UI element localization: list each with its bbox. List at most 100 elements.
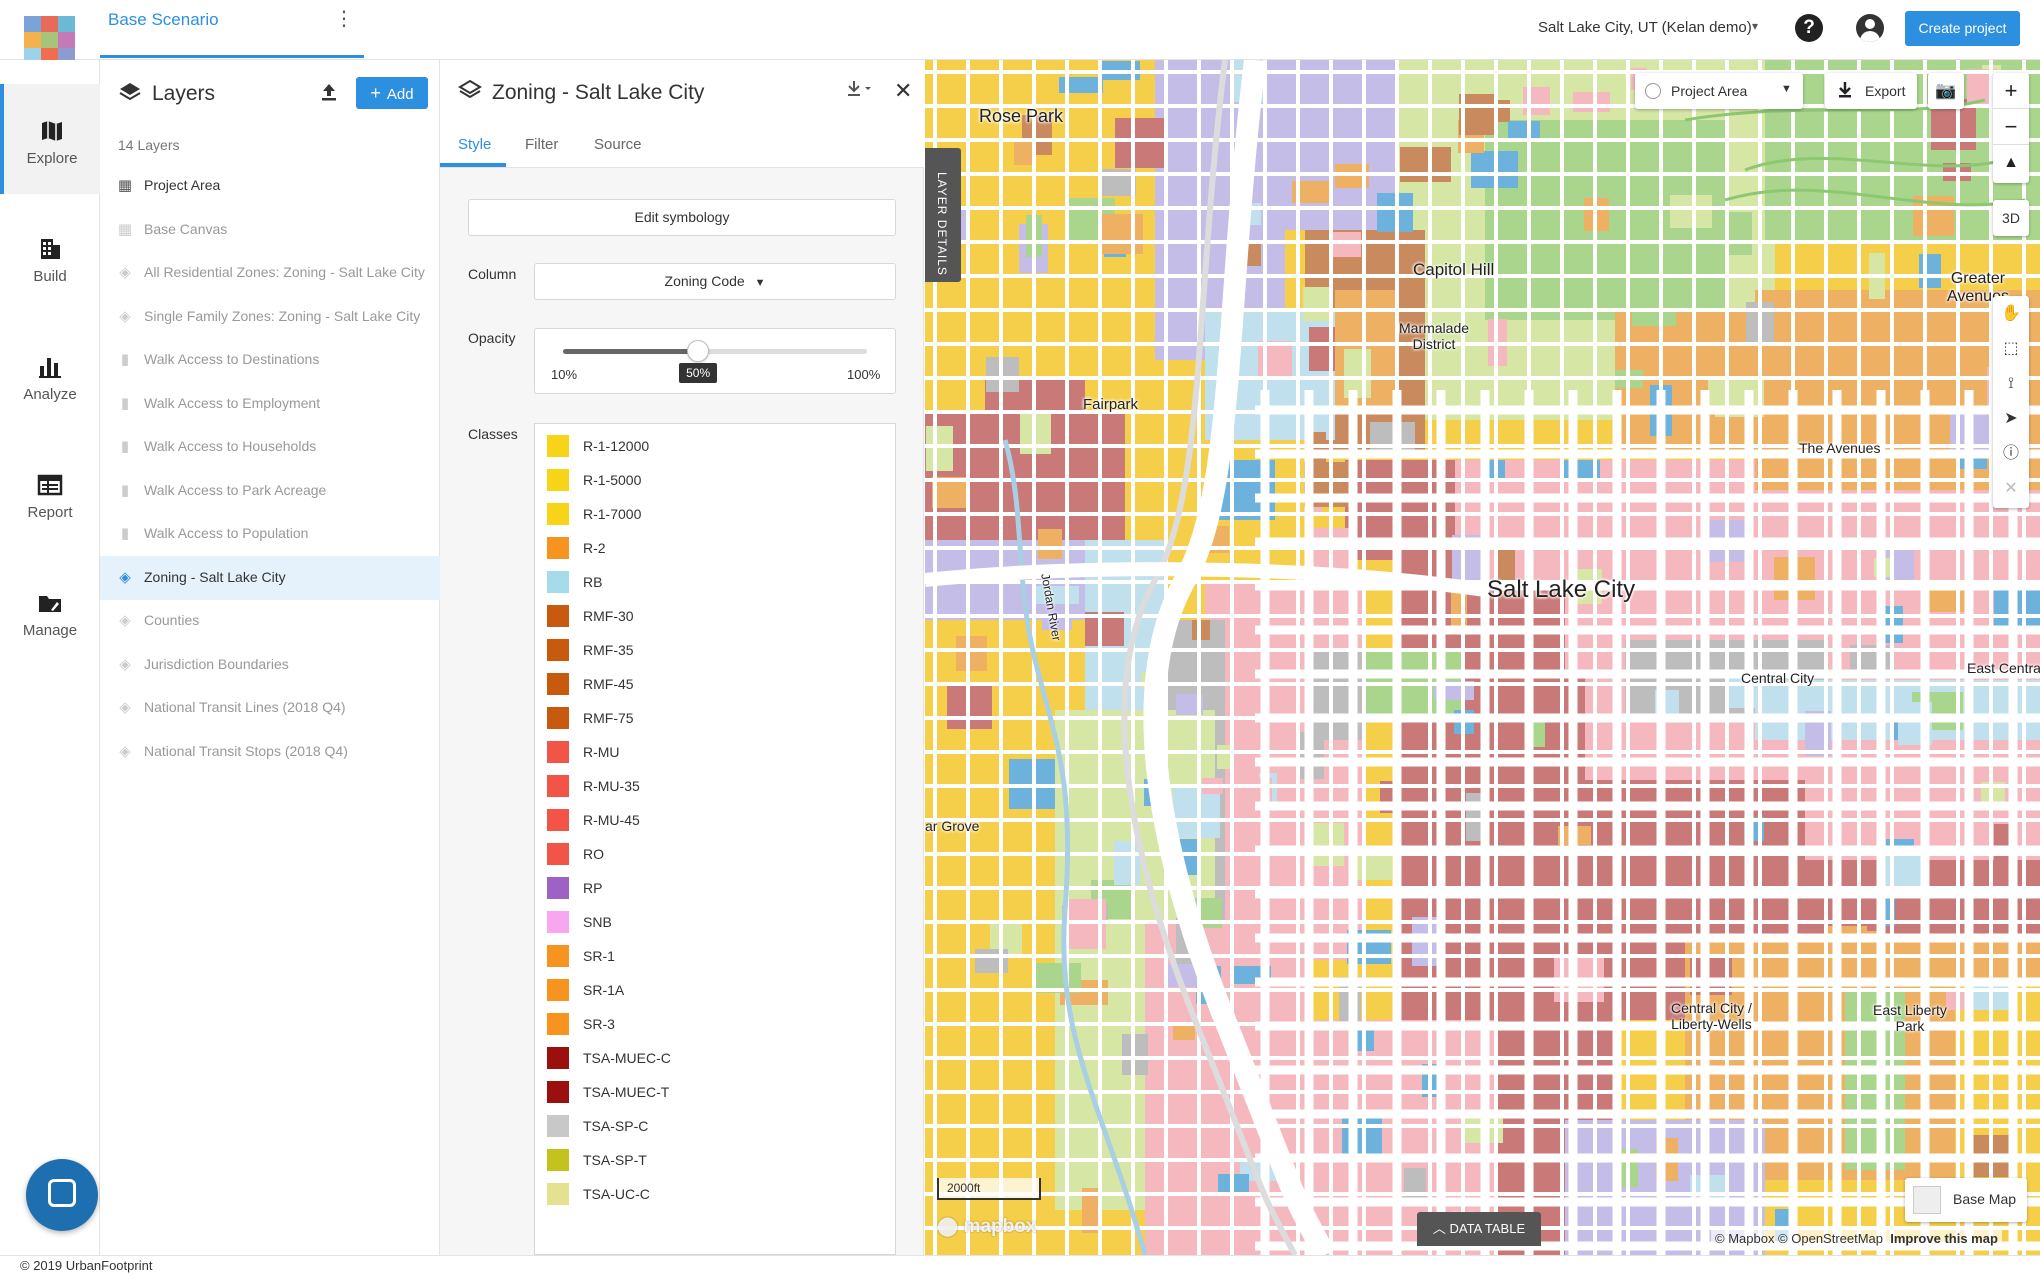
caret-down-icon[interactable]: ▼	[1781, 83, 1792, 95]
attribution-text[interactable]: © Mapbox © OpenStreetMap	[1715, 1231, 1883, 1246]
layer-name: All Residential Zones: Zoning - Salt Lak…	[144, 264, 425, 280]
nav-label: Analyze	[23, 386, 77, 403]
layers-icon	[458, 78, 482, 109]
help-icon[interactable]: ?	[1795, 14, 1823, 42]
layer-item[interactable]: ▮ Walk Access to Destinations	[100, 338, 440, 382]
layer-item[interactable]: ▮ Walk Access to Households	[100, 425, 440, 469]
layer-item[interactable]: ◈ All Residential Zones: Zoning - Salt La…	[100, 251, 440, 295]
nav-explore[interactable]: Explore	[0, 84, 100, 194]
data-table-button[interactable]: ︿ DATA TABLE	[1417, 1212, 1541, 1246]
pointer-icon[interactable]: ➤	[1993, 401, 2029, 436]
close-icon[interactable]: ✕	[894, 78, 912, 104]
map-canvas[interactable]: Rose Park Capitol Hill Marmalade District G…	[925, 60, 2040, 1255]
improve-map-link[interactable]: Improve this map	[1890, 1231, 1998, 1246]
caret-down-icon[interactable]: ▾	[1752, 19, 1758, 33]
zoning-parcel[interactable]	[1333, 232, 1361, 257]
class-name: RMF-75	[583, 710, 634, 726]
zoning-parcel[interactable]	[1632, 285, 1676, 326]
opacity-slider-handle[interactable]	[687, 340, 710, 362]
layer-item[interactable]: ◈ National Transit Lines (2018 Q4)	[100, 686, 440, 730]
zoning-parcel[interactable]	[956, 636, 987, 671]
more-vertical-icon[interactable]: ⋮	[334, 6, 354, 31]
opacity-label: Opacity	[468, 330, 516, 346]
class-swatch	[547, 605, 569, 627]
zoning-parcel[interactable]	[1573, 92, 1610, 112]
upload-icon[interactable]	[320, 82, 338, 108]
layer-item[interactable]: ◈ Jurisdiction Boundaries	[100, 643, 440, 687]
compass-icon[interactable]: ▲	[1993, 145, 2029, 181]
place-label: Capitol Hill	[1413, 260, 1495, 279]
project-area-toggle[interactable]: Project Area ▼	[1635, 73, 1803, 109]
tab-style[interactable]: Style	[458, 136, 491, 153]
pan-hand-icon[interactable]: ✋	[1993, 296, 2029, 331]
place-label: Marmalade District	[1399, 320, 1470, 352]
zoning-area[interactable]	[1205, 580, 1365, 960]
layer-item[interactable]: ◈ National Transit Stops (2018 Q4)	[100, 730, 440, 774]
column-select[interactable]: Zoning Code ▼	[534, 263, 896, 300]
class-name: RMF-35	[583, 642, 634, 658]
class-swatch	[547, 911, 569, 933]
zoning-parcel[interactable]	[975, 949, 1008, 973]
export-button[interactable]: Export	[1825, 73, 1917, 109]
mapbox-label: mapbox	[963, 1216, 1037, 1237]
layer-details-toggle[interactable]: LAYER DETAILS	[925, 148, 961, 282]
nav-manage[interactable]: Manage	[0, 556, 100, 666]
nav-report[interactable]: Report	[0, 438, 100, 548]
circle-icon	[1645, 83, 1661, 99]
zoning-parcel[interactable]	[1173, 788, 1220, 838]
zoning-parcel[interactable]	[1115, 118, 1164, 168]
zoning-parcel[interactable]	[1919, 254, 1941, 288]
zoning-map[interactable]	[925, 60, 2040, 1255]
3d-toggle[interactable]: 3D	[1993, 200, 2029, 236]
nav-build[interactable]: Build	[0, 202, 100, 312]
layers-panel: Layers + Add 14 Layers ▦ Project Area ▦ Base…	[100, 60, 440, 1255]
zoning-parcel[interactable]	[1038, 529, 1062, 559]
download-icon[interactable]	[846, 80, 874, 103]
create-project-button[interactable]: Create project	[1905, 11, 2020, 46]
nav-analyze[interactable]: Analyze	[0, 320, 100, 430]
clear-icon[interactable]: ✕	[1993, 471, 2029, 506]
layers-icon: ◈	[119, 568, 131, 586]
zoning-parcel[interactable]	[1098, 214, 1143, 254]
scale-bar: 2000ft	[937, 1178, 1041, 1200]
chat-launcher-icon[interactable]	[26, 1159, 98, 1231]
account-icon[interactable]	[1856, 14, 1884, 42]
layer-count: 14 Layers	[118, 137, 180, 153]
app-logo[interactable]	[24, 16, 76, 64]
tab-source[interactable]: Source	[594, 136, 642, 153]
layer-item[interactable]: ▮ Walk Access to Population	[100, 512, 440, 556]
class-name: RMF-30	[583, 608, 634, 624]
zoning-parcel[interactable]	[926, 426, 953, 471]
mapbox-logo[interactable]: ⬤ mapbox	[937, 1215, 1036, 1238]
layer-name: Base Canvas	[144, 220, 228, 237]
layer-item[interactable]: ◈ Counties	[100, 599, 440, 643]
camera-icon[interactable]: 📷	[1928, 73, 1964, 109]
classes-legend: R-1-12000 R-1-5000 R-1-7000 R-2 RB RMF-30 RMF-…	[534, 423, 896, 1255]
layer-item[interactable]: ▮ Walk Access to Employment	[100, 382, 440, 426]
zoning-parcel[interactable]	[1670, 195, 1712, 228]
class-name: TSA-MUEC-T	[583, 1084, 670, 1100]
layers-icon	[118, 80, 142, 111]
layer-item[interactable]: ◈ Single Family Zones: Zoning - Salt Lake…	[100, 295, 440, 339]
add-layer-button[interactable]: + Add	[356, 77, 428, 109]
class-swatch	[547, 537, 569, 559]
zoom-out-button[interactable]: −	[1993, 109, 2029, 145]
zoning-parcel[interactable]	[1400, 147, 1451, 182]
box-select-icon[interactable]: ⬚	[1993, 331, 2029, 366]
location-selector[interactable]: Salt Lake City, UT (Kelan demo)	[1538, 19, 1752, 36]
polygon-select-icon[interactable]: ⟟	[1993, 366, 2029, 401]
scenario-tab[interactable]: Base Scenario ⋮	[100, 0, 364, 58]
base-map-button[interactable]: Base Map	[1905, 1178, 2027, 1222]
layer-item[interactable]: ▮ Walk Access to Park Acreage	[100, 469, 440, 513]
info-icon[interactable]: ⓘ	[1993, 436, 2029, 471]
layer-item[interactable]: ◈ Zoning - Salt Lake City	[100, 555, 440, 600]
layer-item[interactable]: ▦ Project Area	[100, 164, 440, 208]
tab-filter[interactable]: Filter	[525, 136, 558, 153]
layer-item[interactable]: ▦ Base Canvas	[100, 208, 440, 252]
zoning-parcel[interactable]	[1303, 287, 1330, 321]
edit-symbology-button[interactable]: Edit symbology	[468, 199, 896, 236]
zoning-parcel[interactable]	[1114, 841, 1140, 885]
zoning-parcel[interactable]	[1727, 212, 1752, 255]
zoom-in-button[interactable]: +	[1993, 73, 2029, 109]
class-swatch	[547, 707, 569, 729]
